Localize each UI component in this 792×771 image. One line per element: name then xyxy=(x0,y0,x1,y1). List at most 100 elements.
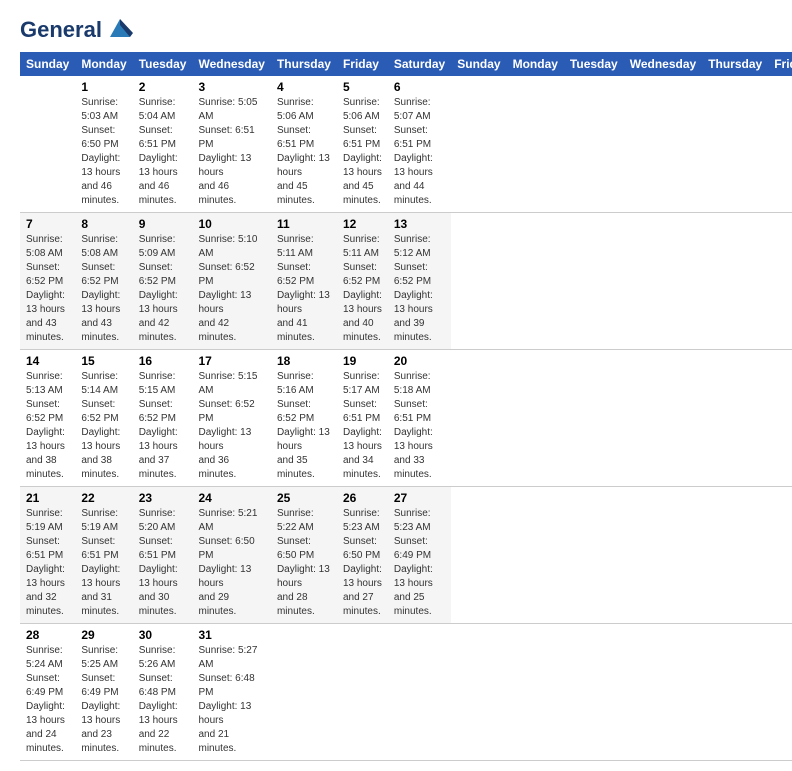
calendar-cell: 7Sunrise: 5:08 AM Sunset: 6:52 PM Daylig… xyxy=(20,213,75,350)
calendar-header-row: SundayMondayTuesdayWednesdayThursdayFrid… xyxy=(20,52,792,76)
calendar-cell: 12 Sunrise: 5:11 AM Sunset: 6:52 PM Dayli… xyxy=(337,213,388,350)
calendar-cell: 31 Sunrise: 5:27 AM Sunset: 6:48 PM Dayli… xyxy=(192,624,270,761)
day-number: 9 xyxy=(139,217,187,231)
calendar-cell: 24 Sunrise: 5:21 AM Sunset: 6:50 PM Dayli… xyxy=(192,487,270,624)
calendar-cell: 23 Sunrise: 5:20 AM Sunset: 6:51 PM Dayli… xyxy=(133,487,193,624)
day-number: 26 xyxy=(343,491,382,505)
day-number: 29 xyxy=(81,628,126,642)
day-info: Sunrise: 5:22 AM Sunset: 6:50 PM Dayligh… xyxy=(277,507,331,619)
day-info: Sunrise: 5:04 AM Sunset: 6:51 PM Dayligh… xyxy=(139,96,187,208)
day-info: Sunrise: 5:14 AM Sunset: 6:52 PM Dayligh… xyxy=(81,370,126,482)
header-day-tuesday: Tuesday xyxy=(564,52,624,76)
calendar-cell: 4Sunrise: 5:06 AM Sunset: 6:51 PM Daylig… xyxy=(271,76,337,213)
calendar-header-tuesday: Tuesday xyxy=(133,52,193,76)
day-number: 18 xyxy=(277,354,331,368)
day-number: 6 xyxy=(394,80,445,94)
calendar-cell: 3 Sunrise: 5:05 AM Sunset: 6:51 PM Daylig… xyxy=(192,76,270,213)
page-container: General SundayMondayTuesdayWednesdayThur… xyxy=(0,0,792,771)
calendar-cell: 21Sunrise: 5:19 AM Sunset: 6:51 PM Dayli… xyxy=(20,487,75,624)
day-info: Sunrise: 5:13 AM Sunset: 6:52 PM Dayligh… xyxy=(26,370,69,482)
day-info: Sunrise: 5:08 AM Sunset: 6:52 PM Dayligh… xyxy=(81,233,126,345)
calendar-cell: 6Sunrise: 5:07 AM Sunset: 6:51 PM Daylig… xyxy=(388,76,451,213)
day-number: 28 xyxy=(26,628,69,642)
calendar-cell xyxy=(20,76,75,213)
calendar-cell: 11Sunrise: 5:11 AM Sunset: 6:52 PM Dayli… xyxy=(271,213,337,350)
logo-general: General xyxy=(20,18,102,42)
day-info: Sunrise: 5:20 AM Sunset: 6:51 PM Dayligh… xyxy=(139,507,187,619)
calendar-header-monday: Monday xyxy=(75,52,132,76)
day-number: 3 xyxy=(198,80,264,94)
calendar-cell xyxy=(388,624,451,761)
logo: General xyxy=(20,18,135,42)
day-number: 25 xyxy=(277,491,331,505)
day-info: Sunrise: 5:05 AM Sunset: 6:51 PM Dayligh… xyxy=(198,96,264,208)
calendar-cell: 19Sunrise: 5:17 AM Sunset: 6:51 PM Dayli… xyxy=(337,350,388,487)
day-number: 20 xyxy=(394,354,445,368)
day-info: Sunrise: 5:24 AM Sunset: 6:49 PM Dayligh… xyxy=(26,644,69,756)
calendar-header-thursday: Thursday xyxy=(271,52,337,76)
day-info: Sunrise: 5:21 AM Sunset: 6:50 PM Dayligh… xyxy=(198,507,264,619)
header-day-sunday: Sunday xyxy=(451,52,506,76)
calendar-cell: 1 Sunrise: 5:03 AM Sunset: 6:50 PM Daylig… xyxy=(75,76,132,213)
calendar-week-5: 28 Sunrise: 5:24 AM Sunset: 6:49 PM Dayli… xyxy=(20,624,792,761)
calendar-cell: 22 Sunrise: 5:19 AM Sunset: 6:51 PM Dayli… xyxy=(75,487,132,624)
day-number: 10 xyxy=(198,217,264,231)
day-number: 2 xyxy=(139,80,187,94)
day-info: Sunrise: 5:12 AM Sunset: 6:52 PM Dayligh… xyxy=(394,233,445,345)
day-number: 31 xyxy=(198,628,264,642)
calendar-cell: 28 Sunrise: 5:24 AM Sunset: 6:49 PM Dayli… xyxy=(20,624,75,761)
day-number: 22 xyxy=(81,491,126,505)
day-info: Sunrise: 5:23 AM Sunset: 6:49 PM Dayligh… xyxy=(394,507,445,619)
calendar-cell: 5 Sunrise: 5:06 AM Sunset: 6:51 PM Daylig… xyxy=(337,76,388,213)
calendar-cell: 9 Sunrise: 5:09 AM Sunset: 6:52 PM Daylig… xyxy=(133,213,193,350)
calendar-header-wednesday: Wednesday xyxy=(192,52,270,76)
calendar-cell xyxy=(337,624,388,761)
day-info: Sunrise: 5:06 AM Sunset: 6:51 PM Dayligh… xyxy=(343,96,382,208)
calendar-cell: 17 Sunrise: 5:15 AM Sunset: 6:52 PM Dayli… xyxy=(192,350,270,487)
day-info: Sunrise: 5:11 AM Sunset: 6:52 PM Dayligh… xyxy=(343,233,382,345)
day-number: 1 xyxy=(81,80,126,94)
calendar-header-sunday: Sunday xyxy=(20,52,75,76)
day-number: 27 xyxy=(394,491,445,505)
calendar-week-3: 14 Sunrise: 5:13 AM Sunset: 6:52 PM Dayli… xyxy=(20,350,792,487)
day-info: Sunrise: 5:15 AM Sunset: 6:52 PM Dayligh… xyxy=(198,370,264,482)
day-info: Sunrise: 5:10 AM Sunset: 6:52 PM Dayligh… xyxy=(198,233,264,345)
calendar-cell: 8Sunrise: 5:08 AM Sunset: 6:52 PM Daylig… xyxy=(75,213,132,350)
calendar-cell: 14 Sunrise: 5:13 AM Sunset: 6:52 PM Dayli… xyxy=(20,350,75,487)
day-info: Sunrise: 5:03 AM Sunset: 6:50 PM Dayligh… xyxy=(81,96,126,208)
day-info: Sunrise: 5:19 AM Sunset: 6:51 PM Dayligh… xyxy=(26,507,69,619)
calendar-cell: 13 Sunrise: 5:12 AM Sunset: 6:52 PM Dayli… xyxy=(388,213,451,350)
calendar-cell xyxy=(271,624,337,761)
day-number: 5 xyxy=(343,80,382,94)
header-day-wednesday: Wednesday xyxy=(624,52,702,76)
calendar-header-friday: Friday xyxy=(337,52,388,76)
calendar-cell: 25 Sunrise: 5:22 AM Sunset: 6:50 PM Dayli… xyxy=(271,487,337,624)
day-number: 14 xyxy=(26,354,69,368)
day-number: 13 xyxy=(394,217,445,231)
calendar-week-1: 1 Sunrise: 5:03 AM Sunset: 6:50 PM Daylig… xyxy=(20,76,792,213)
day-info: Sunrise: 5:09 AM Sunset: 6:52 PM Dayligh… xyxy=(139,233,187,345)
day-number: 24 xyxy=(198,491,264,505)
calendar-cell: 20Sunrise: 5:18 AM Sunset: 6:51 PM Dayli… xyxy=(388,350,451,487)
calendar-week-2: 7Sunrise: 5:08 AM Sunset: 6:52 PM Daylig… xyxy=(20,213,792,350)
day-info: Sunrise: 5:17 AM Sunset: 6:51 PM Dayligh… xyxy=(343,370,382,482)
header-day-thursday: Thursday xyxy=(702,52,768,76)
header-day-monday: Monday xyxy=(507,52,564,76)
header-day-friday: Friday xyxy=(768,52,792,76)
day-number: 23 xyxy=(139,491,187,505)
day-number: 17 xyxy=(198,354,264,368)
calendar-cell: 18Sunrise: 5:16 AM Sunset: 6:52 PM Dayli… xyxy=(271,350,337,487)
day-number: 12 xyxy=(343,217,382,231)
logo-icon xyxy=(105,15,135,41)
calendar-cell: 29Sunrise: 5:25 AM Sunset: 6:49 PM Dayli… xyxy=(75,624,132,761)
day-info: Sunrise: 5:27 AM Sunset: 6:48 PM Dayligh… xyxy=(198,644,264,756)
day-info: Sunrise: 5:26 AM Sunset: 6:48 PM Dayligh… xyxy=(139,644,187,756)
calendar-cell: 27 Sunrise: 5:23 AM Sunset: 6:49 PM Dayli… xyxy=(388,487,451,624)
calendar-cell: 2 Sunrise: 5:04 AM Sunset: 6:51 PM Daylig… xyxy=(133,76,193,213)
day-number: 4 xyxy=(277,80,331,94)
calendar-cell: 16Sunrise: 5:15 AM Sunset: 6:52 PM Dayli… xyxy=(133,350,193,487)
day-info: Sunrise: 5:15 AM Sunset: 6:52 PM Dayligh… xyxy=(139,370,187,482)
day-info: Sunrise: 5:19 AM Sunset: 6:51 PM Dayligh… xyxy=(81,507,126,619)
day-number: 30 xyxy=(139,628,187,642)
day-number: 15 xyxy=(81,354,126,368)
